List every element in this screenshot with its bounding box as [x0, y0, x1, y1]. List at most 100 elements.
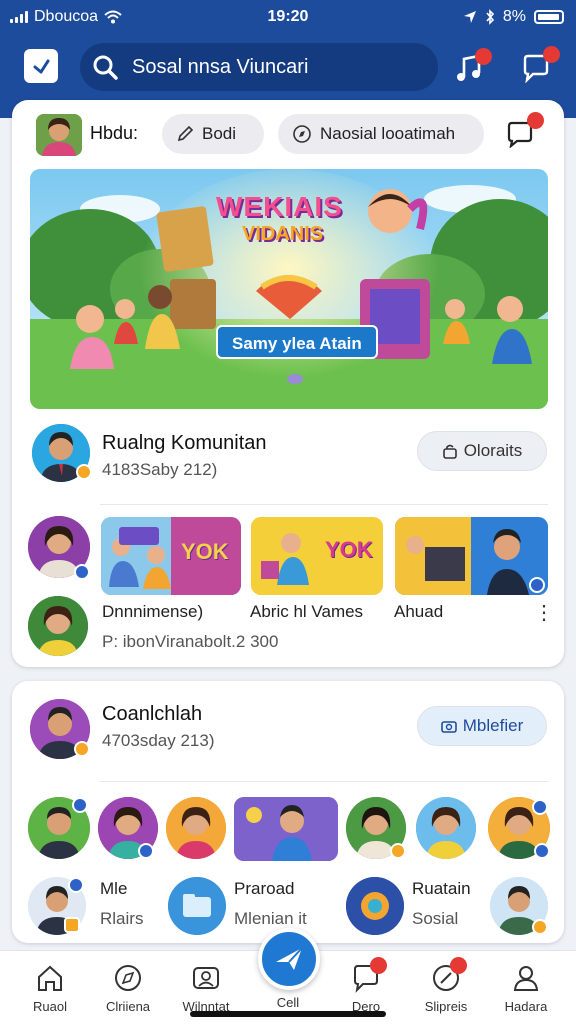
divider: [100, 504, 548, 505]
nav-label: Clriiena: [105, 999, 151, 1014]
member-avatar[interactable]: [28, 596, 88, 656]
home-indicator: [190, 1011, 386, 1017]
message-button[interactable]: [506, 112, 544, 150]
thumb-caption-1: Dnnnimense): [102, 602, 204, 621]
follow-label: Oloraits: [463, 441, 523, 460]
community-subtitle: 4183Saby 212): [102, 460, 218, 479]
id-card-icon: [193, 967, 219, 989]
nav-explore[interactable]: Clriiena: [88, 961, 168, 1014]
activity-badge: [450, 957, 467, 974]
banner-title-2: VIDANIS: [242, 223, 324, 245]
verified-icon: [529, 577, 545, 593]
notifications-badge: [543, 46, 560, 63]
verified-icon: [138, 843, 154, 859]
composer-label: Hbdu:: [90, 123, 139, 143]
folder-icon: [168, 877, 226, 935]
verified-icon: [68, 877, 84, 893]
battery-percent: 8%: [502, 8, 526, 25]
user-icon: [513, 966, 539, 991]
item-title: Praroad: [234, 879, 295, 898]
item-subtitle: Sosial: [412, 909, 459, 928]
thumb-caption-2: Abric hl Vames: [250, 602, 364, 621]
compass-icon: [115, 965, 141, 991]
nav-label: Hadara: [504, 999, 548, 1014]
search-text: Sosal nnsa Viuncari: [132, 55, 309, 78]
community-title: Coanlchlah: [102, 703, 203, 725]
home-icon: [38, 965, 62, 991]
gear-icon: [346, 877, 404, 935]
community-subtitle: 4703sday 213): [102, 731, 215, 750]
location-icon: [463, 11, 476, 23]
post-pill[interactable]: Bodi: [162, 114, 264, 154]
member-banner[interactable]: [234, 797, 338, 861]
message-badge: [527, 112, 544, 129]
verified-icon: [532, 919, 548, 935]
pill-label: Naosial looatimah: [320, 124, 456, 143]
follow-label: Mblefier: [462, 716, 524, 735]
verified-icon: [74, 741, 90, 757]
nav-home[interactable]: Ruaol: [10, 961, 90, 1014]
row-subtitle: P: ibonViranabolt.2 300: [102, 632, 279, 651]
nav-activity[interactable]: Slipreis: [406, 957, 486, 1014]
battery-icon: [534, 10, 564, 24]
item-icon[interactable]: [168, 877, 226, 935]
user-avatar[interactable]: [36, 114, 82, 156]
notifications-button[interactable]: [518, 46, 560, 86]
thumb-caption-3: Ahuad: [394, 602, 444, 621]
nav-center[interactable]: Cell: [248, 991, 328, 1010]
verified-icon: [532, 799, 548, 815]
video-thumb-3[interactable]: [395, 517, 548, 595]
item-icon[interactable]: [346, 877, 404, 935]
nav-profile-card[interactable]: Wilnntat: [166, 961, 246, 1014]
community-title: Rualng Komunitan: [102, 432, 267, 454]
follow-button[interactable]: Oloraits: [417, 431, 547, 471]
video-thumb-2[interactable]: YOK: [251, 517, 383, 595]
nav-label: Slipreis: [424, 999, 468, 1014]
feed-card-2: Coanlchlah 4703sday 213) Mblefier Mle Rl…: [12, 681, 564, 943]
status-bar: Dboucoa 19:20 8%: [0, 0, 576, 34]
paper-plane-icon: [276, 947, 303, 970]
thumb-text: YOK: [325, 537, 373, 562]
music-badge: [475, 48, 492, 65]
back-button[interactable]: [24, 49, 58, 83]
banner-title-1: WEKIAIS: [216, 191, 343, 222]
feed-card-1: Hbdu: Bodi Naosial looatimah WEKIAIS VID…: [12, 100, 564, 667]
pill-label: Bodi: [202, 124, 237, 143]
search-icon: [93, 55, 118, 80]
badge-icon: [64, 917, 80, 933]
status-right: 8%: [463, 8, 564, 26]
nav-account[interactable]: Hadara: [486, 961, 566, 1014]
camera-icon: [440, 721, 457, 733]
chat-badge: [370, 957, 387, 974]
music-button[interactable]: [452, 48, 492, 86]
member-avatar[interactable]: [166, 797, 226, 859]
nav-chat[interactable]: Dero: [326, 957, 406, 1014]
bluetooth-icon: [486, 9, 494, 25]
thumb-text: YOK: [181, 539, 229, 564]
video-thumb-1[interactable]: YOK: [101, 517, 241, 595]
banner-ribbon: Samy ylea Atain: [216, 325, 378, 359]
verified-icon: [76, 464, 92, 480]
verified-icon: [74, 564, 90, 580]
more-icon[interactable]: ⋮: [534, 600, 554, 625]
compass-icon: [293, 125, 311, 143]
location-pill[interactable]: Naosial looatimah: [278, 114, 484, 154]
chevron-left-icon: [33, 59, 50, 74]
member-avatar[interactable]: [416, 797, 476, 859]
follow-button[interactable]: Mblefier: [417, 706, 547, 746]
item-title: Ruatain: [412, 879, 471, 898]
nav-label: Cell: [276, 995, 300, 1010]
promo-banner[interactable]: WEKIAIS VIDANIS Samy ylea Atain: [30, 169, 548, 409]
item-title: Mle: [100, 879, 128, 898]
search-bar[interactable]: Sosal nnsa Viuncari: [80, 43, 438, 91]
lock-icon: [442, 444, 457, 459]
item-subtitle: Mlenian it: [234, 909, 307, 928]
create-button[interactable]: [258, 928, 320, 990]
verified-icon: [72, 797, 88, 813]
verified-icon: [390, 843, 406, 859]
pencil-icon: [177, 125, 194, 142]
nav-label: Ruaol: [33, 999, 67, 1014]
item-subtitle: Rlairs: [100, 909, 144, 928]
verified-icon: [534, 843, 550, 859]
divider: [100, 781, 548, 782]
